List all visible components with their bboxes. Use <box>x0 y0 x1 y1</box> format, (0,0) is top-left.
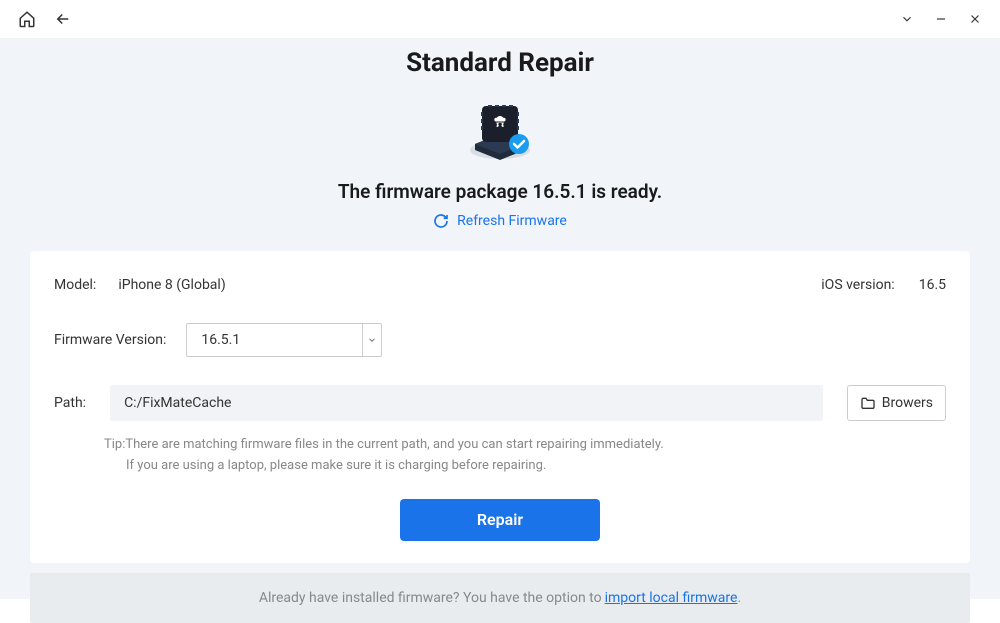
firmware-ready-text: The firmware package 16.5.1 is ready. <box>0 180 1000 203</box>
browse-button[interactable]: Browers <box>847 385 946 421</box>
browse-button-label: Browers <box>882 395 933 411</box>
home-icon[interactable] <box>18 10 36 28</box>
chevron-down-icon[interactable] <box>900 12 914 26</box>
path-input[interactable] <box>110 385 823 421</box>
tip-prefix: Tip: <box>104 437 125 452</box>
firmware-chip-icon <box>0 96 1000 164</box>
chevron-down-icon[interactable] <box>363 324 381 356</box>
titlebar <box>0 0 1000 38</box>
close-icon[interactable] <box>968 12 982 26</box>
refresh-firmware-label: Refresh Firmware <box>457 213 567 229</box>
back-icon[interactable] <box>54 10 72 28</box>
tip-text: Tip:There are matching firmware files in… <box>104 435 946 477</box>
footer-bar: Already have installed firmware? You hav… <box>30 573 970 623</box>
repair-button[interactable]: Repair <box>400 499 600 541</box>
import-local-firmware-link[interactable]: import local firmware <box>605 590 738 606</box>
firmware-version-row: Firmware Version: 16.5.1 <box>54 323 946 357</box>
page-title: Standard Repair <box>0 48 1000 78</box>
titlebar-right <box>900 12 982 26</box>
model-value: iPhone 8 (Global) <box>118 277 225 293</box>
titlebar-left <box>18 10 72 28</box>
ios-version-value: 16.5 <box>919 277 946 293</box>
minimize-icon[interactable] <box>934 12 948 26</box>
firmware-version-label: Firmware Version: <box>54 332 166 348</box>
footer-period: . <box>737 590 741 606</box>
tip-line2: If you are using a laptop, please make s… <box>104 456 946 477</box>
ios-version-label: iOS version: <box>821 277 894 293</box>
path-label: Path: <box>54 395 86 411</box>
info-card: Model: iPhone 8 (Global) iOS version: 16… <box>30 251 970 563</box>
model-ios-row: Model: iPhone 8 (Global) iOS version: 16… <box>54 277 946 293</box>
folder-icon <box>860 396 876 410</box>
path-row: Path: Browers <box>54 385 946 421</box>
refresh-firmware-link[interactable]: Refresh Firmware <box>0 213 1000 229</box>
main-area: Standard Repair The firmware package 16.… <box>0 38 1000 599</box>
footer-text: Already have installed firmware? You hav… <box>259 590 602 606</box>
firmware-version-select[interactable]: 16.5.1 <box>186 323 382 357</box>
refresh-icon <box>433 213 449 229</box>
firmware-version-value: 16.5.1 <box>187 324 363 356</box>
model-label: Model: <box>54 277 96 293</box>
tip-line1: There are matching firmware files in the… <box>125 437 663 452</box>
